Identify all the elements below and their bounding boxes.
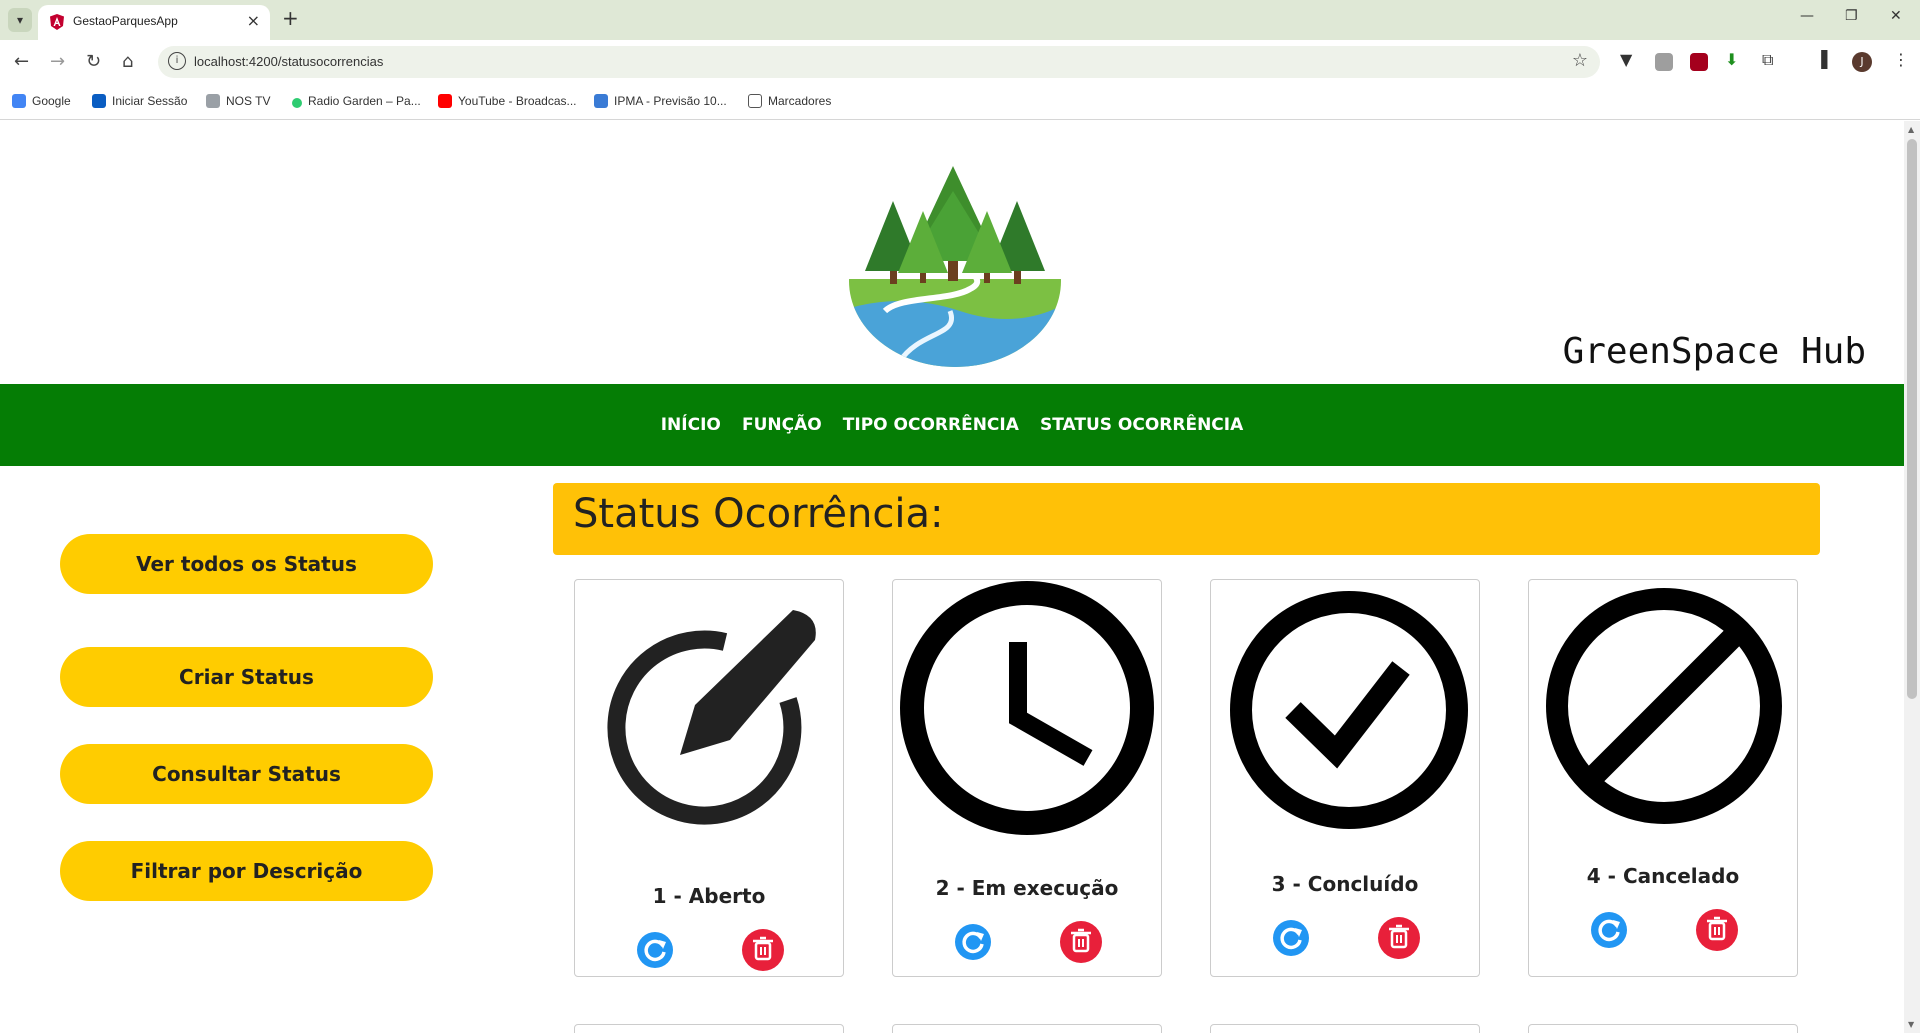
address-bar[interactable]: i localhost:4200/statusocorrencias ☆ bbox=[158, 46, 1600, 78]
new-tab-icon[interactable]: + bbox=[282, 6, 299, 30]
status-card: 4 - Cancelado bbox=[1528, 579, 1798, 977]
ver-todos-status-button[interactable]: Ver todos os Status bbox=[60, 534, 433, 594]
update-button[interactable] bbox=[1273, 920, 1309, 956]
restore-icon[interactable]: ❐ bbox=[1845, 8, 1858, 24]
radio-garden-icon bbox=[292, 98, 302, 108]
scroll-up-icon[interactable]: ▲ bbox=[1908, 125, 1914, 134]
refresh-icon bbox=[962, 931, 984, 954]
bookmark-star-icon[interactable]: ☆ bbox=[1572, 50, 1588, 71]
delete-button[interactable] bbox=[742, 929, 784, 971]
ublock-icon[interactable] bbox=[1690, 53, 1708, 71]
nav-tipo-ocorrencia[interactable]: TIPO OCORRÊNCIA bbox=[843, 384, 1019, 466]
update-button[interactable] bbox=[1591, 912, 1627, 948]
edit-circle-icon bbox=[607, 610, 816, 825]
trash-icon bbox=[753, 936, 773, 961]
check-circle-icon bbox=[1230, 591, 1468, 829]
bookmark-youtube[interactable]: YouTube - Broadcas... bbox=[438, 94, 577, 108]
bookmarks-bar: Google Iniciar Sessão NOS TV Radio Garde… bbox=[0, 84, 1920, 120]
bookmark-label: YouTube - Broadcas... bbox=[458, 94, 577, 108]
section-header: Status Ocorrência: bbox=[553, 483, 1820, 555]
url-text[interactable]: localhost:4200/statusocorrencias bbox=[194, 54, 383, 69]
download-extension-icon[interactable]: ⬇ bbox=[1725, 50, 1738, 69]
extension-v-icon[interactable]: ▼ bbox=[1620, 50, 1632, 69]
outlook-icon bbox=[92, 94, 106, 108]
delete-button[interactable] bbox=[1378, 917, 1420, 959]
trash-icon bbox=[1071, 928, 1091, 953]
criar-status-button[interactable]: Criar Status bbox=[60, 647, 433, 707]
bookmark-label: Iniciar Sessão bbox=[112, 94, 188, 108]
bookmark-iniciar-sessao[interactable]: Iniciar Sessão bbox=[92, 94, 187, 108]
nav-inicio[interactable]: INÍCIO bbox=[661, 384, 721, 466]
refresh-icon bbox=[1280, 927, 1302, 950]
trash-icon bbox=[1707, 916, 1727, 941]
refresh-icon bbox=[644, 939, 666, 962]
delete-button[interactable] bbox=[1060, 921, 1102, 963]
tab-search-icon[interactable]: ▾ bbox=[8, 8, 32, 32]
google-icon bbox=[12, 94, 26, 108]
bookmark-google[interactable]: Google bbox=[12, 94, 71, 108]
refresh-icon bbox=[1598, 919, 1620, 942]
angular-favicon-icon bbox=[50, 14, 64, 30]
nav-funcao[interactable]: FUNÇÃO bbox=[742, 384, 822, 466]
extension-help-icon[interactable] bbox=[1655, 53, 1673, 71]
browser-toolbar: ← → ↻ ⌂ i localhost:4200/statusocorrenci… bbox=[0, 40, 1920, 84]
folder-icon bbox=[748, 94, 762, 108]
side-panel-icon[interactable]: ▐ bbox=[1815, 50, 1827, 69]
status-card: 2 - Em execução bbox=[892, 579, 1162, 977]
bookmark-label: NOS TV bbox=[226, 94, 271, 108]
scroll-down-icon[interactable]: ▼ bbox=[1908, 1020, 1914, 1029]
status-card-partial bbox=[1528, 1024, 1798, 1033]
bookmark-folder-marcadores[interactable]: Marcadores bbox=[748, 94, 831, 108]
bookmark-nos-tv[interactable]: NOS TV bbox=[206, 94, 270, 108]
minimize-icon[interactable]: — bbox=[1800, 8, 1814, 24]
page-content: GreenSpace Hub INÍCIO FUNÇÃO TIPO OCORRÊ… bbox=[0, 121, 1904, 1033]
browser-menu-icon[interactable]: ⋮ bbox=[1893, 50, 1909, 69]
brand-title: GreenSpace Hub bbox=[1562, 331, 1866, 372]
bookmark-ipma[interactable]: IPMA - Previsão 10... bbox=[594, 94, 727, 108]
profile-avatar[interactable]: J bbox=[1852, 52, 1872, 72]
page-scrollbar[interactable]: ▲ ▼ bbox=[1904, 121, 1920, 1033]
ipma-icon bbox=[594, 94, 608, 108]
nos-icon bbox=[206, 94, 220, 108]
extensions-puzzle-icon[interactable]: ⧉ bbox=[1762, 50, 1773, 70]
reload-icon[interactable]: ↻ bbox=[86, 51, 101, 72]
site-info-icon[interactable]: i bbox=[168, 52, 186, 70]
bookmark-radio-garden[interactable]: Radio Garden – Pa... bbox=[292, 94, 421, 108]
close-window-icon[interactable]: ✕ bbox=[1890, 8, 1902, 24]
status-card: 1 - Aberto bbox=[574, 579, 844, 977]
park-logo bbox=[849, 166, 1061, 367]
page-title: Status Ocorrência: bbox=[573, 491, 944, 537]
delete-button[interactable] bbox=[1696, 909, 1738, 951]
browser-tab[interactable]: GestaoParquesApp × bbox=[38, 5, 270, 40]
main-navbar: INÍCIO FUNÇÃO TIPO OCORRÊNCIA STATUS OCO… bbox=[0, 384, 1904, 466]
bookmark-label: Google bbox=[32, 94, 71, 108]
status-card: 3 - Concluído bbox=[1210, 579, 1480, 977]
trash-icon bbox=[1389, 924, 1409, 949]
browser-tab-bar: ▾ GestaoParquesApp × + — ❐ ✕ bbox=[0, 0, 1920, 40]
scroll-thumb[interactable] bbox=[1907, 139, 1917, 699]
bookmark-label: IPMA - Previsão 10... bbox=[614, 94, 727, 108]
status-label: 1 - Aberto bbox=[652, 884, 766, 908]
status-card-partial bbox=[574, 1024, 844, 1033]
home-icon[interactable]: ⌂ bbox=[122, 51, 133, 72]
tab-close-icon[interactable]: × bbox=[247, 11, 260, 30]
status-card-partial bbox=[892, 1024, 1162, 1033]
forward-icon[interactable]: → bbox=[50, 51, 65, 72]
update-button[interactable] bbox=[637, 932, 673, 968]
nav-status-ocorrencia[interactable]: STATUS OCORRÊNCIA bbox=[1040, 384, 1243, 466]
status-label: 4 - Cancelado bbox=[1586, 864, 1740, 888]
tab-title: GestaoParquesApp bbox=[73, 14, 178, 28]
consultar-status-button[interactable]: Consultar Status bbox=[60, 744, 433, 804]
back-icon[interactable]: ← bbox=[14, 51, 29, 72]
filtrar-descricao-button[interactable]: Filtrar por Descrição bbox=[60, 841, 433, 901]
update-button[interactable] bbox=[955, 924, 991, 960]
status-card-partial bbox=[1210, 1024, 1480, 1033]
status-label: 3 - Concluído bbox=[1271, 872, 1419, 896]
bookmark-label: Radio Garden – Pa... bbox=[308, 94, 421, 108]
youtube-icon bbox=[438, 94, 452, 108]
bookmark-label: Marcadores bbox=[768, 94, 832, 108]
cancel-circle-icon bbox=[1546, 588, 1782, 824]
status-label: 2 - Em execução bbox=[935, 876, 1119, 900]
clock-icon bbox=[900, 581, 1154, 835]
